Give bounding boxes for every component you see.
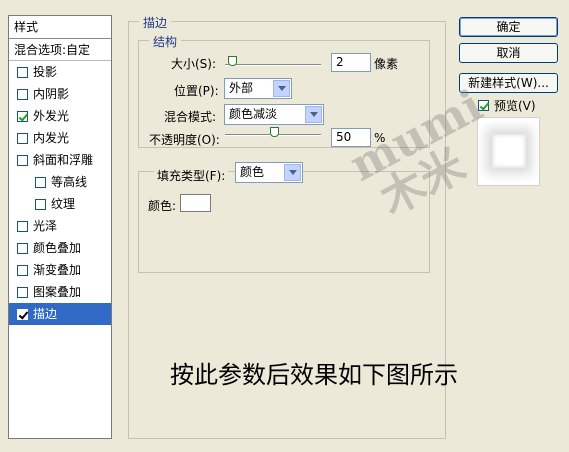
style-item-checkbox[interactable]	[17, 286, 28, 298]
blend-options-item[interactable]: 混合选项:自定	[9, 39, 111, 61]
style-item-checkbox[interactable]	[35, 198, 46, 210]
style-item-4[interactable]: 斜面和浮雕	[9, 149, 111, 171]
style-item-checkbox[interactable]	[17, 66, 28, 78]
style-item-checkbox[interactable]	[17, 308, 28, 320]
opacity-label: 不透明度(O):	[149, 133, 220, 147]
size-slider-knob[interactable]	[228, 56, 237, 66]
size-slider-track[interactable]	[225, 64, 321, 66]
size-label: 大小(S):	[171, 57, 217, 71]
preview-glow-square	[492, 134, 526, 168]
fill-type-label: 填充类型(F):	[154, 167, 229, 184]
opacity-slider-knob[interactable]	[270, 127, 279, 137]
style-item-8[interactable]: 颜色叠加	[9, 237, 111, 259]
position-select[interactable]: 外部	[224, 78, 292, 99]
style-item-checkbox[interactable]	[17, 132, 28, 144]
style-item-checkbox[interactable]	[17, 110, 28, 122]
style-item-5[interactable]: 等高线	[9, 171, 111, 193]
style-item-3[interactable]: 内发光	[9, 127, 111, 149]
style-item-label: 内发光	[33, 131, 70, 145]
size-unit: 像素	[374, 57, 399, 71]
style-item-7[interactable]: 光泽	[9, 215, 111, 237]
style-item-checkbox[interactable]	[35, 176, 46, 188]
style-item-label: 光泽	[33, 219, 58, 233]
blend-mode-select[interactable]: 颜色减淡	[224, 104, 324, 125]
style-item-label: 纹理	[51, 197, 76, 211]
style-item-9[interactable]: 渐变叠加	[9, 259, 111, 281]
style-item-2[interactable]: 外发光	[9, 105, 111, 127]
new-style-button[interactable]: 新建样式(W)...	[459, 73, 558, 93]
style-item-checkbox[interactable]	[17, 220, 28, 232]
style-item-label: 投影	[33, 65, 58, 79]
style-item-6[interactable]: 纹理	[9, 193, 111, 215]
style-item-label: 渐变叠加	[33, 263, 82, 277]
blend-mode-label: 混合模式:	[164, 110, 217, 124]
position-dropdown-arrow-icon[interactable]	[273, 80, 290, 97]
blend-mode-dropdown-arrow-icon[interactable]	[305, 106, 322, 123]
caption-text: 按此参数后效果如下图所示	[170, 361, 458, 389]
style-item-11[interactable]: 描边	[9, 303, 111, 325]
cancel-button[interactable]: 取消	[459, 43, 558, 63]
stroke-group-title: 描边	[139, 14, 172, 31]
style-item-checkbox[interactable]	[17, 88, 28, 100]
ok-button[interactable]: 确定	[459, 17, 558, 37]
size-input[interactable]: 2	[331, 53, 371, 72]
style-item-label: 斜面和浮雕	[33, 153, 94, 167]
style-item-checkbox[interactable]	[17, 264, 28, 276]
position-label: 位置(P):	[174, 84, 219, 98]
style-item-label: 外发光	[33, 109, 70, 123]
style-list: 样式 混合选项:自定 投影内阴影外发光内发光斜面和浮雕等高线纹理光泽颜色叠加渐变…	[8, 15, 112, 439]
style-item-label: 描边	[33, 307, 58, 321]
structure-group-title: 结构	[149, 33, 182, 50]
style-item-label: 颜色叠加	[33, 241, 82, 255]
style-item-checkbox[interactable]	[17, 242, 28, 254]
style-item-1[interactable]: 内阴影	[9, 83, 111, 105]
style-item-10[interactable]: 图案叠加	[9, 281, 111, 303]
color-label: 颜色:	[148, 199, 177, 213]
style-list-header: 样式	[9, 16, 111, 39]
preview-label: 预览(V)	[494, 99, 536, 113]
preview-checkbox-row[interactable]: 预览(V)	[478, 97, 536, 114]
fill-type-select-value: 颜色	[240, 165, 265, 179]
style-item-label: 图案叠加	[33, 285, 82, 299]
blend-mode-select-value: 颜色减淡	[229, 107, 278, 121]
fill-type-select[interactable]: 颜色	[235, 162, 303, 183]
position-select-value: 外部	[229, 81, 254, 95]
style-item-0[interactable]: 投影	[9, 61, 111, 83]
color-swatch[interactable]	[180, 194, 211, 212]
style-item-checkbox[interactable]	[17, 154, 28, 166]
fill-type-dropdown-arrow-icon[interactable]	[284, 164, 301, 181]
style-item-label: 内阴影	[33, 87, 70, 101]
style-item-label: 等高线	[51, 175, 88, 189]
